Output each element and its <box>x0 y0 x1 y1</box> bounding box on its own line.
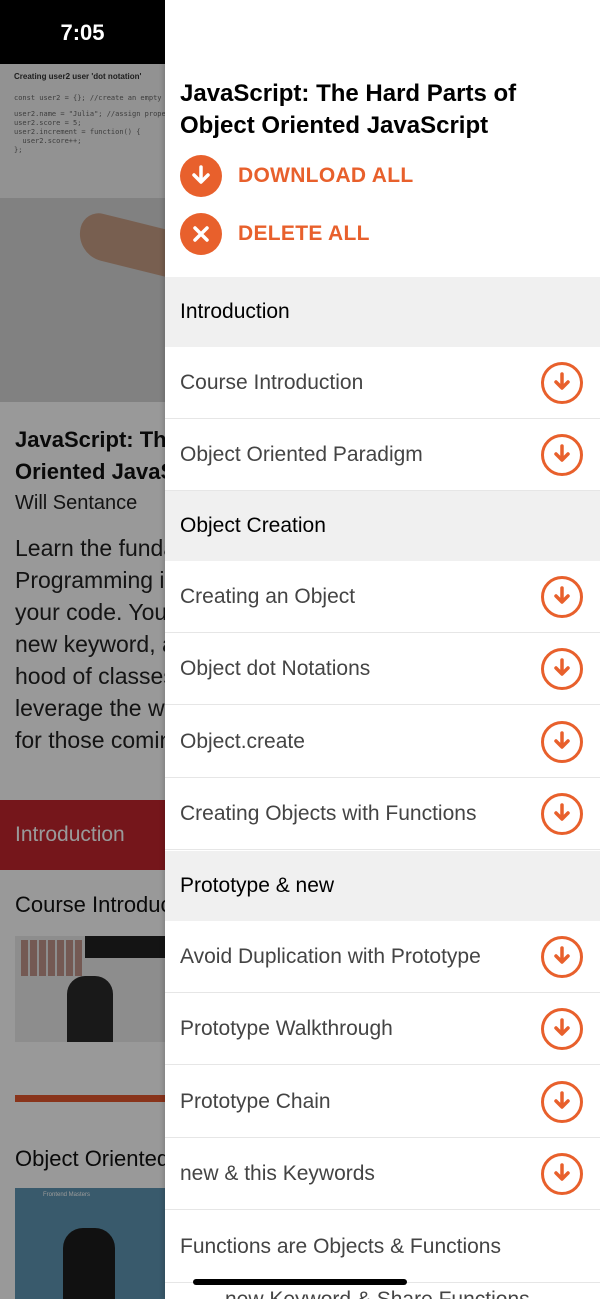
lesson-label-partial: new Keyword & Share Functions <box>225 1288 530 1299</box>
section-header-object-creation: Object Creation <box>165 491 600 561</box>
lesson-row[interactable]: Avoid Duplication with Prototype <box>165 921 600 993</box>
lesson-row[interactable]: Prototype Chain <box>165 1066 600 1138</box>
download-icon[interactable] <box>541 721 583 763</box>
lesson-label: Creating Objects with Functions <box>180 802 477 825</box>
lesson-row[interactable]: Functions are Objects & Functions <box>165 1211 600 1283</box>
lesson-label: Creating an Object <box>180 585 356 608</box>
download-icon <box>180 155 222 197</box>
status-time: 7:05 <box>60 20 105 45</box>
lesson-row[interactable]: Object dot Notations <box>165 633 600 705</box>
download-all-button[interactable]: DOWNLOAD ALL <box>180 155 413 197</box>
download-icon[interactable] <box>541 576 583 618</box>
section-title: Prototype & new <box>180 874 335 897</box>
download-all-label: DOWNLOAD ALL <box>238 164 414 187</box>
download-icon[interactable] <box>541 648 583 690</box>
lesson-label: Avoid Duplication with Prototype <box>180 945 481 968</box>
lesson-row[interactable]: Object.create <box>165 706 600 778</box>
section-header-prototype: Prototype & new <box>165 851 600 921</box>
lesson-label: Prototype Chain <box>180 1090 331 1113</box>
lesson-label: Object dot Notations <box>180 657 371 680</box>
download-icon[interactable] <box>541 1081 583 1123</box>
download-icon[interactable] <box>541 434 583 476</box>
lesson-label: Object Oriented Paradigm <box>180 443 423 466</box>
lesson-label: Course Introduction <box>180 371 364 394</box>
lesson-row[interactable]: Prototype Walkthrough <box>165 993 600 1065</box>
section-header-introduction: Introduction <box>165 277 600 347</box>
download-icon[interactable] <box>541 793 583 835</box>
download-icon[interactable] <box>541 1153 583 1195</box>
downloads-drawer: JavaScript: The Hard Parts of Object Ori… <box>165 0 600 1299</box>
section-title: Object Creation <box>180 514 326 537</box>
lesson-label: Functions are Objects & Functions <box>180 1235 501 1258</box>
close-icon <box>180 213 222 255</box>
drawer-title: JavaScript: The Hard Parts of Object Ori… <box>180 80 517 139</box>
lesson-row[interactable]: Creating an Object <box>165 561 600 633</box>
lesson-row[interactable]: Course Introduction <box>165 347 600 419</box>
lesson-label: new & this Keywords <box>180 1162 375 1185</box>
delete-all-label: DELETE ALL <box>238 222 370 245</box>
download-icon[interactable] <box>541 1008 583 1050</box>
delete-all-button[interactable]: DELETE ALL <box>180 213 370 255</box>
lesson-row[interactable]: Creating Objects with Functions <box>165 778 600 850</box>
lesson-label: Object.create <box>180 730 305 753</box>
home-indicator[interactable] <box>193 1279 407 1285</box>
lesson-label: Prototype Walkthrough <box>180 1017 393 1040</box>
download-icon[interactable] <box>541 362 583 404</box>
lesson-row[interactable]: new & this Keywords <box>165 1138 600 1210</box>
lesson-row[interactable]: Object Oriented Paradigm <box>165 419 600 491</box>
download-icon[interactable] <box>541 936 583 978</box>
section-title: Introduction <box>180 300 290 323</box>
